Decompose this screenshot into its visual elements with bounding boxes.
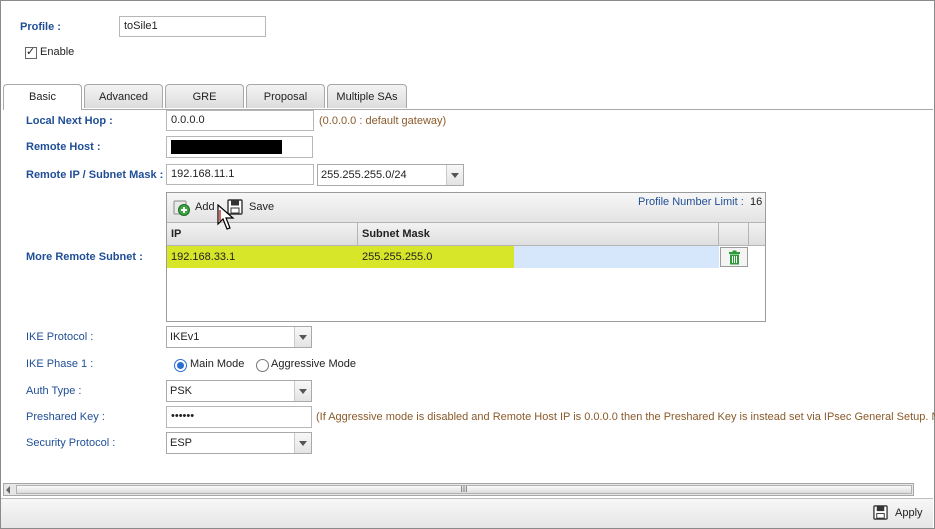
horizontal-scrollbar[interactable]: III <box>3 483 914 496</box>
chevron-down-icon <box>446 165 463 185</box>
delete-icon <box>729 250 740 265</box>
row-blank <box>514 246 719 268</box>
chevron-down-icon <box>294 327 311 347</box>
preshared-key-hint: (If Aggressive mode is disabled and Remo… <box>316 411 935 423</box>
tab-multiple-sas[interactable]: Multiple SAs <box>327 84 407 108</box>
ip-column-header[interactable]: IP <box>167 223 358 245</box>
local-next-hop-hint: (0.0.0.0 : default gateway) <box>319 115 447 127</box>
scroll-left-icon[interactable] <box>6 486 10 494</box>
remote-host-label: Remote Host : <box>26 141 101 153</box>
profile-input[interactable]: toSile1 <box>119 16 266 37</box>
auth-type-value: PSK <box>170 385 193 397</box>
preshared-key-label: Preshared Key : <box>26 411 105 423</box>
cursor-icon <box>217 203 235 235</box>
scroll-thumb[interactable]: III <box>16 485 912 494</box>
enable-checkbox[interactable] <box>25 45 37 59</box>
remote-ip-input[interactable]: 192.168.11.1 <box>166 164 314 185</box>
chevron-down-icon <box>294 381 311 401</box>
remote-mask-select[interactable]: 255.255.255.0/24 <box>317 164 464 186</box>
ike-protocol-value: IKEv1 <box>170 331 200 343</box>
profile-label: Profile : <box>20 21 61 33</box>
profile-limit-value: 16 <box>750 196 763 208</box>
remote-subnet-grid: Add Save Profile Number Limit : 16 IP Su… <box>166 192 766 322</box>
auth-type-label: Auth Type : <box>26 385 82 397</box>
delete-button[interactable] <box>720 247 748 267</box>
table-row[interactable]: 192.168.33.1 255.255.255.0 <box>167 246 765 268</box>
chevron-down-icon <box>294 433 311 453</box>
grid-header: IP Subnet Mask <box>167 223 765 246</box>
action-column-header <box>719 223 749 245</box>
tab-gre[interactable]: GRE <box>165 84 244 108</box>
footer-bar: Apply <box>1 498 933 528</box>
preshared-key-input[interactable]: •••••• <box>166 406 312 428</box>
main-mode-label: Main Mode <box>190 358 245 370</box>
main-mode-radio[interactable] <box>174 359 187 372</box>
security-protocol-value: ESP <box>170 437 193 449</box>
add-button[interactable]: Add <box>195 201 215 213</box>
security-protocol-select[interactable]: ESP <box>166 432 312 454</box>
security-protocol-label: Security Protocol : <box>26 437 116 449</box>
tab-basic[interactable]: Basic <box>3 84 82 110</box>
aggressive-mode-radio[interactable] <box>256 359 269 372</box>
enable-label: Enable <box>40 46 75 58</box>
remote-host-input[interactable] <box>166 136 313 158</box>
save-button[interactable]: Save <box>249 201 274 213</box>
profile-limit-label: Profile Number Limit : <box>638 196 744 208</box>
add-icon[interactable] <box>173 199 190 219</box>
tab-proposal[interactable]: Proposal <box>246 84 325 108</box>
aggressive-mode-label: Aggressive Mode <box>271 358 356 370</box>
remote-mask-value: 255.255.255.0/24 <box>321 169 407 181</box>
ike-phase1-label: IKE Phase 1 : <box>26 358 94 370</box>
remote-ip-label: Remote IP / Subnet Mask : <box>26 169 164 181</box>
local-next-hop-input[interactable]: 0.0.0.0 <box>166 110 314 131</box>
row-mask[interactable]: 255.255.255.0 <box>358 246 514 268</box>
grid-toolbar: Add Save Profile Number Limit : 16 <box>167 193 765 223</box>
auth-type-select[interactable]: PSK <box>166 380 312 402</box>
row-ip[interactable]: 192.168.33.1 <box>167 246 358 268</box>
ike-protocol-label: IKE Protocol : <box>26 331 94 343</box>
ike-protocol-select[interactable]: IKEv1 <box>166 326 312 348</box>
tab-advanced[interactable]: Advanced <box>84 84 163 108</box>
more-remote-subnet-label: More Remote Subnet : <box>26 251 143 263</box>
apply-button[interactable]: Apply <box>895 507 923 519</box>
local-next-hop-label: Local Next Hop : <box>26 115 113 127</box>
subnet-mask-column-header[interactable]: Subnet Mask <box>358 223 719 245</box>
tab-bar: Basic Advanced GRE Proposal Multiple SAs <box>3 84 933 110</box>
apply-save-icon[interactable] <box>873 505 888 523</box>
redacted-block <box>171 140 282 154</box>
